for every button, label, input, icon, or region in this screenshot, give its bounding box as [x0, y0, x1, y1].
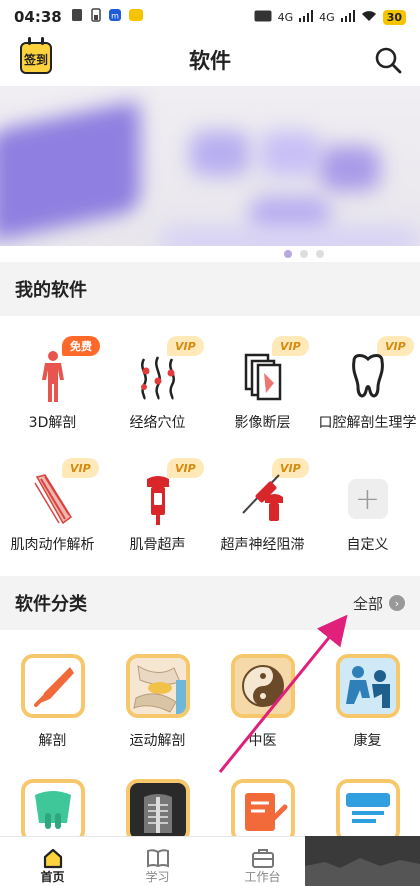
sim-icon — [70, 8, 84, 26]
category-sports-anatomy[interactable]: 运动解剖 — [105, 630, 210, 755]
tooth-category-icon — [20, 779, 85, 843]
categories-title: 软件分类 — [15, 594, 87, 615]
banner-pager-dot[interactable] — [300, 250, 308, 258]
software-item-label: 经络穴位 — [129, 415, 186, 431]
acupoint-icon — [131, 350, 185, 404]
software-item-label: 肌骨超声 — [129, 537, 186, 553]
signal-icon — [299, 9, 314, 25]
categories-header: 软件分类 全部 › — [0, 576, 420, 630]
checkin-button[interactable]: 签到 — [20, 37, 52, 74]
category-label: 康复 — [353, 733, 382, 749]
tab-label: 学习 — [145, 870, 170, 884]
category-label: 中医 — [248, 733, 277, 749]
category-label: 解剖 — [38, 733, 67, 749]
joint-icon — [125, 654, 190, 718]
view-all-label: 全部 — [352, 594, 383, 613]
software-item-nerve-block[interactable]: VIP 超声神经阻滞 — [210, 452, 315, 567]
chevron-right-icon: › — [389, 595, 405, 611]
software-item-label: 肌肉动作解析 — [10, 537, 95, 553]
category-tcm[interactable]: 中医 — [210, 630, 315, 755]
my-software-title: 我的软件 — [15, 280, 87, 301]
category-rehab[interactable]: 康复 — [315, 630, 420, 755]
tooth-icon — [341, 350, 395, 404]
categories-grid: 解剖 运动解剖 中医 康复 — [0, 630, 420, 843]
sd-card-icon — [90, 8, 102, 26]
software-item-oral-anatomy[interactable]: VIP 口腔解剖生理学 — [315, 330, 420, 445]
tab-home[interactable]: 首页 — [0, 837, 105, 886]
banner-image-tile-2 — [260, 131, 320, 176]
network-label-2: 4G — [319, 10, 335, 24]
category-label: 运动解剖 — [129, 733, 186, 749]
software-item-imaging-slices[interactable]: VIP 影像断层 — [210, 330, 315, 445]
floating-video-thumbnail[interactable] — [305, 836, 420, 886]
view-all-link[interactable]: 全部 › — [353, 593, 405, 614]
top-nav-bar: 签到 软件 — [0, 34, 420, 86]
hd-icon — [254, 10, 272, 25]
imaging-slice-icon — [236, 350, 290, 404]
software-item-customize[interactable]: + 自定义 — [315, 452, 420, 567]
my-software-grid: 免费 3D解剖 VIP 经络穴位 VIP 影像断层 VIP 口腔解剖生理学 VI… — [0, 316, 420, 574]
banner-pager-dot[interactable] — [284, 250, 292, 258]
human-body-icon — [26, 350, 80, 404]
briefcase-icon — [251, 849, 274, 868]
battery-indicator: 30 — [382, 9, 406, 25]
my-software-header: 我的软件 — [0, 262, 420, 316]
text-icon — [335, 779, 400, 843]
rehab-icon — [335, 654, 400, 718]
banner-image-tile-3 — [320, 146, 380, 191]
software-item-3d-anatomy[interactable]: 免费 3D解剖 — [0, 330, 105, 445]
signal-icon-2 — [340, 9, 355, 25]
page-title: 软件 — [189, 49, 231, 73]
software-item-label: 超声神经阻滞 — [220, 537, 305, 553]
status-indicators: 4G 4G 30 — [254, 9, 406, 25]
software-item-label: 3D解剖 — [28, 415, 77, 431]
checkin-label: 签到 — [23, 53, 48, 67]
status-bar: 04:38 m 4G 4G 30 — [0, 0, 420, 34]
app-notification-icon-2 — [128, 8, 144, 26]
wifi-icon — [361, 10, 377, 25]
software-item-label: 影像断层 — [234, 415, 291, 431]
software-item-msk-ultrasound[interactable]: VIP 肌骨超声 — [105, 452, 210, 567]
book-icon — [146, 849, 169, 868]
tab-workbench[interactable]: 工作台 — [210, 837, 315, 886]
category-anatomy[interactable]: 解剖 — [0, 630, 105, 755]
tab-label: 首页 — [40, 870, 65, 884]
app-page: 04:38 m 4G 4G 30 签到 软件 我的软件 免费 3D解剖 VIP … — [0, 0, 420, 886]
banner-image — [0, 100, 140, 242]
promo-banner[interactable] — [0, 86, 420, 262]
yin-yang-icon — [230, 654, 295, 718]
software-item-acupoints[interactable]: VIP 经络穴位 — [105, 330, 210, 445]
home-icon — [43, 848, 62, 869]
plus-icon: + — [341, 472, 395, 526]
banner-pager — [0, 246, 420, 262]
software-item-label: 自定义 — [346, 537, 389, 553]
search-icon[interactable] — [374, 46, 402, 74]
add-box: + — [347, 479, 388, 519]
svg-text:m: m — [111, 12, 119, 21]
banner-image-tile-1 — [190, 131, 250, 176]
app-notification-icon: m — [108, 8, 122, 26]
banner-pager-dot[interactable] — [316, 250, 324, 258]
status-time: 04:38 — [14, 8, 62, 26]
nerve-block-icon — [236, 472, 290, 526]
software-item-muscle-action[interactable]: VIP 肌肉动作解析 — [0, 452, 105, 567]
xray-icon — [125, 779, 190, 843]
tab-study[interactable]: 学习 — [105, 837, 210, 886]
notes-icon — [230, 779, 295, 843]
network-label-1: 4G — [277, 10, 294, 24]
tab-label: 工作台 — [244, 870, 281, 884]
ultrasound-probe-icon — [131, 472, 185, 526]
scalpel-icon — [20, 654, 85, 718]
muscle-icon — [26, 472, 80, 526]
software-item-label: 口腔解剖生理学 — [318, 415, 417, 431]
